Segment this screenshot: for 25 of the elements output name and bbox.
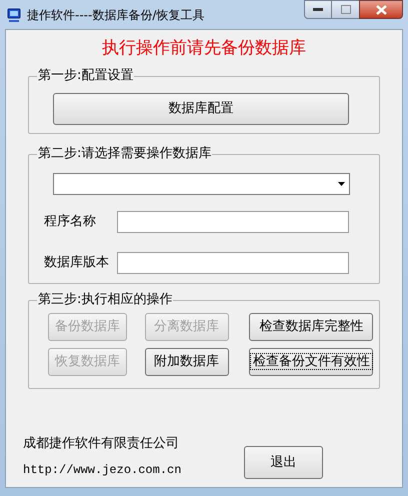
close-button[interactable] xyxy=(359,0,403,19)
text-input[interactable] xyxy=(117,252,349,274)
exit-button[interactable]: 退出 xyxy=(244,446,323,479)
group-legend: 第二步:请选择需要操作数据库 xyxy=(37,146,212,162)
close-icon xyxy=(376,4,386,14)
text-input[interactable] xyxy=(117,211,349,233)
database-dropdown[interactable] xyxy=(53,173,350,195)
website-url: http://www.jezo.com.cn xyxy=(23,462,182,479)
field-label: 程序名称 xyxy=(44,213,97,232)
config-button[interactable]: 数据库配置 xyxy=(53,93,349,125)
dropdown-arrow-icon xyxy=(338,182,345,186)
action-button[interactable]: 检查备份文件有效性 xyxy=(249,348,374,376)
minimize-button[interactable] xyxy=(304,0,332,19)
action-button[interactable]: 附加数据库 xyxy=(144,348,229,376)
action-button[interactable]: 检查数据库完整性 xyxy=(249,313,374,341)
app-icon xyxy=(6,6,22,22)
minimize-icon xyxy=(313,8,323,12)
maximize-button[interactable] xyxy=(332,0,359,19)
warning-text: 执行操作前请先备份数据库 xyxy=(101,38,307,58)
field-label: 数据库版本 xyxy=(44,254,110,272)
company-name: 成都捷作软件有限责任公司 xyxy=(23,434,180,452)
window-title: 捷作软件----数据库备份/恢复工具 xyxy=(27,6,204,24)
group-legend: 第三步:执行相应的操作 xyxy=(37,292,174,308)
group-legend: 第一步:配置设置 xyxy=(37,68,134,84)
maximize-icon xyxy=(340,5,350,14)
